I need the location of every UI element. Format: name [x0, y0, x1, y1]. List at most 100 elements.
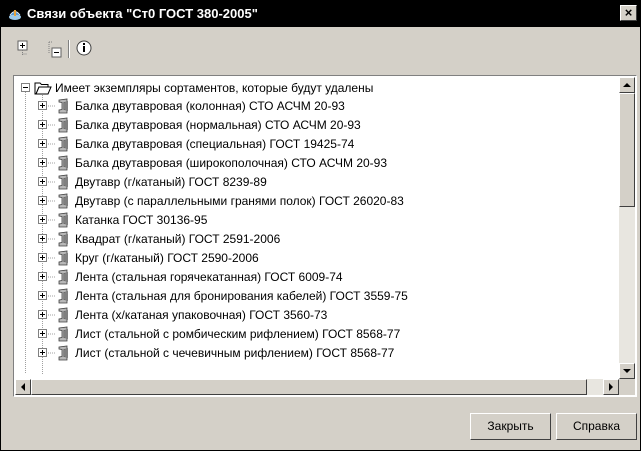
relations-dialog: Связи объекта "Ст0 ГОСТ 380-2005" × Имее… [0, 0, 641, 451]
title-bar[interactable]: Связи объекта "Ст0 ГОСТ 380-2005" × [1, 1, 640, 27]
toolbar-separator [68, 40, 70, 58]
tree-connector [42, 143, 55, 145]
arrow-left-icon [21, 383, 25, 391]
i-beam-icon [58, 117, 68, 133]
tree-item[interactable]: Балка двутавровая (нормальная) СТО АСЧМ … [15, 116, 615, 134]
app-icon [9, 10, 21, 20]
i-beam-icon [58, 326, 68, 342]
expand-toggle-icon[interactable] [38, 177, 47, 186]
horizontal-scrollbar[interactable] [15, 379, 619, 395]
tree-connector [42, 238, 55, 240]
tree-connector [42, 124, 55, 126]
tree-item[interactable]: Балка двутавровая (широкополочная) СТО А… [15, 154, 615, 172]
scroll-left-button[interactable] [15, 379, 31, 395]
expand-toggle-icon[interactable] [38, 329, 47, 338]
tree-item[interactable]: Круг (г/катаный) ГОСТ 2590-2006 [15, 249, 615, 267]
scroll-corner [619, 379, 635, 395]
arrow-down-icon [623, 369, 631, 373]
i-beam-icon [58, 193, 68, 209]
expand-toggle-icon[interactable] [38, 120, 47, 129]
tree-item[interactable]: Лист (стальной с чечевичным рифлением) Г… [15, 344, 615, 362]
relations-tree-frame: Имеет экземпляры сортаментов, которые бу… [13, 75, 637, 397]
close-button[interactable]: Закрыть [470, 413, 551, 440]
i-beam-icon [58, 231, 68, 247]
expand-toggle-icon[interactable] [38, 215, 47, 224]
tree-item-label: Балка двутавровая (широкополочная) СТО А… [75, 156, 388, 170]
tree-connector [42, 314, 55, 316]
tree-item-label: Лента (стальная горячекатанная) ГОСТ 600… [75, 270, 343, 284]
vertical-scroll-thumb[interactable] [619, 93, 635, 207]
i-beam-icon [58, 307, 68, 323]
scroll-up-button[interactable] [619, 77, 635, 93]
tree-connector [42, 219, 55, 221]
tree-item[interactable]: Лента (стальная горячекатанная) ГОСТ 600… [15, 268, 615, 286]
tree-item[interactable]: Двутавр (с параллельными гранями полок) … [15, 192, 615, 210]
i-beam-icon [58, 269, 68, 285]
expand-toggle-icon[interactable] [38, 158, 47, 167]
toolbar [1, 37, 640, 63]
close-window-button[interactable]: × [620, 5, 637, 21]
expand-toggle-icon[interactable] [38, 253, 47, 262]
i-beam-icon [58, 250, 68, 266]
expand-toggle-icon[interactable] [38, 196, 47, 205]
expand-toggle-icon[interactable] [38, 272, 47, 281]
expand-toggle-icon[interactable] [38, 139, 47, 148]
expand-all-button[interactable] [12, 37, 34, 59]
vertical-scrollbar[interactable] [619, 77, 635, 379]
tree-connector [42, 257, 55, 259]
tree-root-node[interactable]: Имеет экземпляры сортаментов, которые бу… [15, 79, 615, 97]
tree-item-label: Лента (стальная для бронирования кабелей… [75, 289, 408, 303]
tree-connector [42, 276, 55, 278]
tree-connector [42, 352, 55, 354]
tree-item-label: Двутавр (с параллельными гранями полок) … [75, 194, 404, 208]
tree-item[interactable]: Квадрат (г/катаный) ГОСТ 2591-2006 [15, 230, 615, 248]
tree-item-label: Лист (стальной с ромбическим рифлением) … [75, 327, 401, 341]
tree-connector [42, 162, 55, 164]
tree-item[interactable]: Двутавр (г/катаный) ГОСТ 8239-89 [15, 173, 615, 191]
folder-open-icon [34, 82, 52, 95]
tree-item-label: Двутавр (г/катаный) ГОСТ 8239-89 [75, 175, 267, 189]
collapse-all-button[interactable] [43, 37, 65, 59]
expand-toggle-icon[interactable] [38, 310, 47, 319]
arrow-right-icon [609, 383, 613, 391]
tree-item-label: Балка двутавровая (колонная) СТО АСЧМ 20… [75, 99, 345, 113]
i-beam-icon [58, 288, 68, 304]
tree-item[interactable]: Лента (х/катаная упаковочная) ГОСТ 3560-… [15, 306, 615, 324]
tree-connector [42, 105, 55, 107]
expand-all-icon [17, 40, 28, 56]
tree-item-label: Балка двутавровая (специальная) ГОСТ 194… [75, 137, 355, 151]
tree-item[interactable]: Лента (стальная для бронирования кабелей… [15, 287, 615, 305]
tree-item[interactable]: Катанка ГОСТ 30136-95 [15, 211, 615, 229]
relations-tree[interactable]: Имеет экземпляры сортаментов, которые бу… [15, 77, 620, 379]
i-beam-icon [58, 174, 68, 190]
i-beam-icon [58, 155, 68, 171]
tree-item-label: Лента (х/катаная упаковочная) ГОСТ 3560-… [75, 308, 328, 322]
tree-item-label: Квадрат (г/катаный) ГОСТ 2591-2006 [75, 232, 281, 246]
tree-item[interactable]: Балка двутавровая (колонная) СТО АСЧМ 20… [15, 97, 615, 115]
info-icon [76, 40, 92, 56]
tree-item-label: Лист (стальной с чечевичным рифлением) Г… [75, 346, 395, 360]
tree-item-label: Балка двутавровая (нормальная) СТО АСЧМ … [75, 118, 361, 132]
tree-item[interactable]: Лист (стальной с ромбическим рифлением) … [15, 325, 615, 343]
expand-toggle-icon[interactable] [38, 291, 47, 300]
horizontal-scroll-thumb[interactable] [31, 379, 587, 395]
tree-item[interactable]: Балка двутавровая (специальная) ГОСТ 194… [15, 135, 615, 153]
expand-toggle-icon[interactable] [38, 234, 47, 243]
i-beam-icon [58, 212, 68, 228]
tree-item-label: Круг (г/катаный) ГОСТ 2590-2006 [75, 251, 259, 265]
tree-connector [42, 333, 55, 335]
arrow-up-icon [623, 83, 631, 87]
tree-connector [42, 200, 55, 202]
expand-toggle-icon[interactable] [38, 348, 47, 357]
help-button[interactable]: Справка [556, 413, 637, 440]
collapse-toggle-icon[interactable] [21, 83, 30, 92]
tree-connector [42, 295, 55, 297]
tree-item-label: Катанка ГОСТ 30136-95 [75, 213, 208, 227]
window-title: Связи объекта "Ст0 ГОСТ 380-2005" [27, 6, 258, 21]
scroll-right-button[interactable] [603, 379, 619, 395]
scroll-down-button[interactable] [619, 363, 635, 379]
i-beam-icon [58, 98, 68, 114]
info-button[interactable] [73, 37, 95, 59]
tree-connector [42, 181, 55, 183]
expand-toggle-icon[interactable] [38, 101, 47, 110]
